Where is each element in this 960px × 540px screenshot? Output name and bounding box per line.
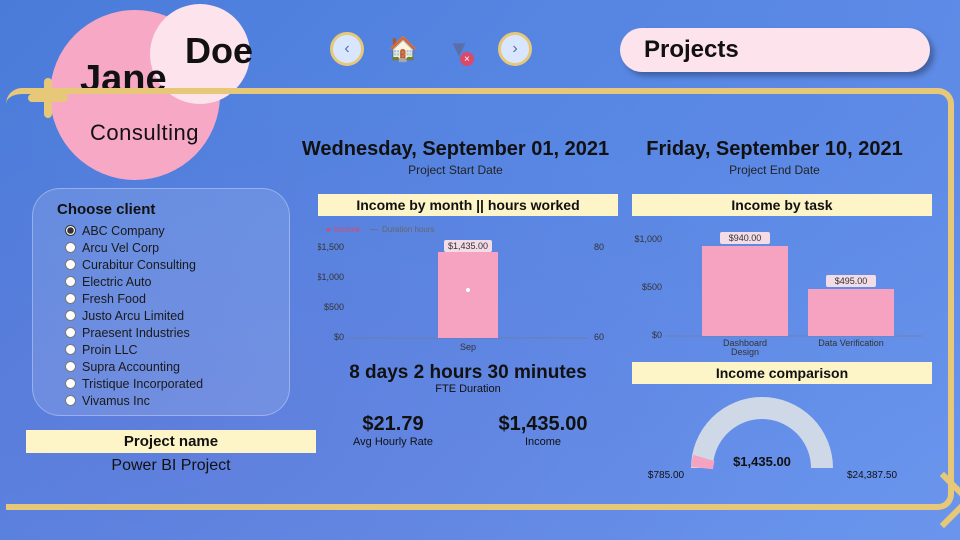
client-option-label: Curabitur Consulting bbox=[82, 258, 196, 272]
svg-text:$1,000: $1,000 bbox=[318, 272, 344, 282]
svg-text:―: ― bbox=[370, 225, 378, 234]
chart-income-by-task[interactable]: Income by task $0 $500 $1,000 $940.00 Da… bbox=[632, 194, 932, 365]
client-option-label: Arcu Vel Corp bbox=[82, 241, 159, 255]
client-option-label: Electric Auto bbox=[82, 275, 151, 289]
client-radio[interactable] bbox=[65, 361, 76, 372]
plus-icon bbox=[28, 78, 68, 118]
svg-text:$0: $0 bbox=[652, 330, 662, 340]
client-radio[interactable] bbox=[65, 344, 76, 355]
svg-text:$1,435.00: $1,435.00 bbox=[448, 241, 488, 251]
avg-rate-value: $21.79 bbox=[318, 413, 468, 436]
client-option[interactable]: Curabitur Consulting bbox=[47, 256, 275, 273]
client-radio[interactable] bbox=[65, 225, 76, 236]
client-radio[interactable] bbox=[65, 276, 76, 287]
chart3-title: Income comparison bbox=[632, 362, 932, 384]
fte-duration-value: 8 days 2 hours 30 minutes bbox=[318, 362, 618, 384]
client-option-label: Praesent Industries bbox=[82, 326, 190, 340]
chevron-right-icon: › bbox=[512, 40, 517, 58]
income-label: Income bbox=[468, 436, 618, 448]
client-radio[interactable] bbox=[65, 395, 76, 406]
client-radio[interactable] bbox=[65, 242, 76, 253]
svg-text:$940.00: $940.00 bbox=[729, 233, 762, 243]
client-option-label: Proin LLC bbox=[82, 343, 138, 357]
client-option[interactable]: Vivamus Inc bbox=[47, 392, 275, 409]
client-option[interactable]: Proin LLC bbox=[47, 341, 275, 358]
client-option[interactable]: Arcu Vel Corp bbox=[47, 239, 275, 256]
start-date-label: Project Start Date bbox=[296, 163, 615, 177]
svg-text:Sep: Sep bbox=[460, 342, 476, 352]
income-value: $1,435.00 bbox=[468, 413, 618, 436]
client-option-label: Tristique Incorporated bbox=[82, 377, 203, 391]
client-option[interactable]: Justo Arcu Limited bbox=[47, 307, 275, 324]
project-name-card: Project name Power BI Project bbox=[26, 430, 316, 475]
client-option-label: ABC Company bbox=[82, 224, 165, 238]
client-slicer-heading: Choose client bbox=[57, 201, 275, 218]
svg-text:Data Verification: Data Verification bbox=[818, 338, 884, 348]
date-header: Wednesday, September 01, 2021 Project St… bbox=[296, 138, 934, 177]
client-radio[interactable] bbox=[65, 259, 76, 270]
svg-text:$495.00: $495.00 bbox=[835, 276, 868, 286]
client-option-label: Justo Arcu Limited bbox=[82, 309, 184, 323]
brand-last: Doe bbox=[185, 30, 253, 72]
clear-filter-button[interactable]: ▼× bbox=[442, 32, 476, 66]
funnel-icon: ▼× bbox=[448, 36, 470, 62]
client-radio[interactable] bbox=[65, 310, 76, 321]
client-option[interactable]: ABC Company bbox=[47, 222, 275, 239]
svg-text:Duration hours: Duration hours bbox=[382, 225, 434, 234]
prev-page-button[interactable]: ‹ bbox=[330, 32, 364, 66]
client-radio[interactable] bbox=[65, 327, 76, 338]
start-date-value: Wednesday, September 01, 2021 bbox=[296, 138, 615, 161]
chart1-svg: ●Income ― Duration hours $0 $500 $1,000 $… bbox=[318, 220, 618, 360]
svg-text:$1,000: $1,000 bbox=[634, 234, 662, 244]
close-icon: × bbox=[460, 52, 474, 66]
project-name-label: Project name bbox=[26, 430, 316, 453]
fte-duration-label: FTE Duration bbox=[318, 383, 618, 395]
svg-text:Design: Design bbox=[731, 347, 759, 357]
svg-text:$24,387.50: $24,387.50 bbox=[847, 470, 897, 481]
gauge-svg: $1,435.00 $785.00 $24,387.50 bbox=[632, 388, 932, 488]
svg-text:80: 80 bbox=[594, 242, 604, 252]
chart2-title: Income by task bbox=[632, 194, 932, 216]
client-slicer[interactable]: Choose client ABC Company Arcu Vel Corp Cu… bbox=[32, 188, 290, 416]
page-title: Projects bbox=[620, 28, 930, 72]
client-radio[interactable] bbox=[65, 293, 76, 304]
client-option-label: Supra Accounting bbox=[82, 360, 180, 374]
svg-text:$785.00: $785.00 bbox=[648, 470, 685, 481]
svg-text:●: ● bbox=[326, 225, 331, 234]
client-option[interactable]: Supra Accounting bbox=[47, 358, 275, 375]
brand-first: Jane bbox=[80, 58, 167, 101]
chart-income-by-month[interactable]: Income by month || hours worked ●Income … bbox=[318, 194, 618, 365]
chart1-title: Income by month || hours worked bbox=[318, 194, 618, 216]
chart2-svg: $0 $500 $1,000 $940.00 Dashboard Design … bbox=[632, 220, 932, 360]
svg-text:$0: $0 bbox=[334, 332, 344, 342]
svg-text:$1,435.00: $1,435.00 bbox=[733, 454, 791, 469]
project-name-value: Power BI Project bbox=[26, 453, 316, 475]
home-button[interactable]: 🏠 bbox=[386, 32, 420, 66]
chevron-left-icon: ‹ bbox=[344, 40, 349, 58]
avg-rate-label: Avg Hourly Rate bbox=[318, 436, 468, 448]
client-option-label: Vivamus Inc bbox=[82, 394, 150, 408]
svg-text:60: 60 bbox=[594, 332, 604, 342]
end-date-value: Friday, September 10, 2021 bbox=[615, 138, 934, 161]
client-option[interactable]: Electric Auto bbox=[47, 273, 275, 290]
client-option[interactable]: Praesent Industries bbox=[47, 324, 275, 341]
svg-text:Income: Income bbox=[334, 225, 361, 234]
end-date-label: Project End Date bbox=[615, 163, 934, 177]
toolbar: ‹ 🏠 ▼× › bbox=[330, 32, 532, 66]
client-option-label: Fresh Food bbox=[82, 292, 146, 306]
chart-income-comparison[interactable]: Income comparison $1,435.00 $785.00 $24,… bbox=[632, 362, 932, 493]
kpi-block: 8 days 2 hours 30 minutes FTE Duration $… bbox=[318, 362, 618, 448]
svg-text:$500: $500 bbox=[642, 282, 662, 292]
client-radio[interactable] bbox=[65, 378, 76, 389]
client-option[interactable]: Fresh Food bbox=[47, 290, 275, 307]
home-icon: 🏠 bbox=[388, 35, 418, 64]
svg-text:$1,500: $1,500 bbox=[318, 242, 344, 252]
client-option[interactable]: Tristique Incorporated bbox=[47, 375, 275, 392]
next-page-button[interactable]: › bbox=[498, 32, 532, 66]
svg-text:$500: $500 bbox=[324, 302, 344, 312]
